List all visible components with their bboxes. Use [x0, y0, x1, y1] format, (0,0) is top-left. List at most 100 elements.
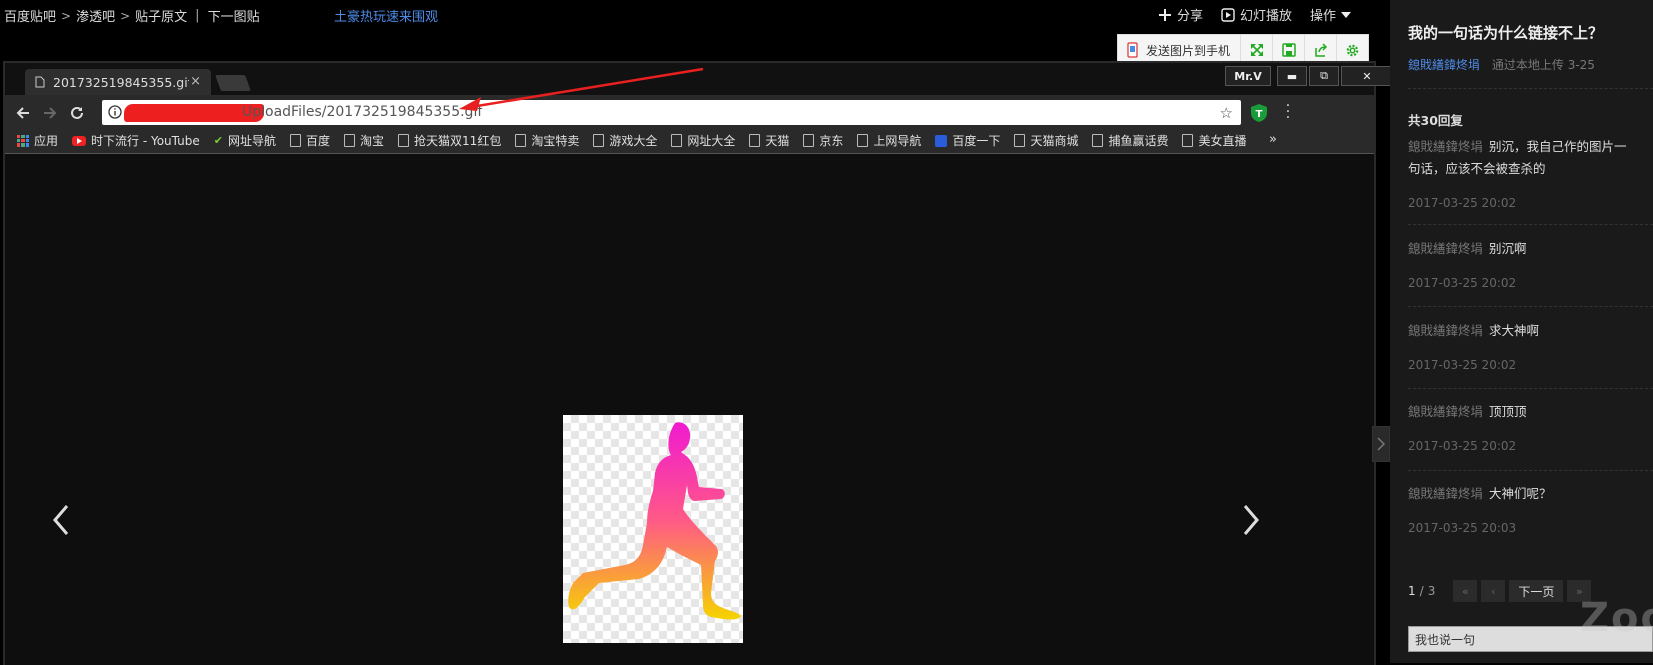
expand-icon [1250, 44, 1263, 56]
url-text: UploadFiles/201732519845355.gif [242, 104, 483, 120]
reply-user[interactable]: 鎴戝繕鍏炵埍 [1408, 241, 1483, 256]
page-icon [1092, 134, 1104, 147]
reply-time: 2017-03-25 20:02 [1408, 276, 1517, 290]
forward-icon[interactable] [40, 103, 60, 123]
first-page-button[interactable]: « [1453, 580, 1478, 602]
pagination: 1 / 3 « ‹ 下一页 » [1408, 580, 1592, 602]
reload-icon[interactable] [67, 103, 87, 123]
next-image-post-link[interactable]: 下一图贴 [208, 6, 260, 25]
plus-icon [1159, 8, 1171, 21]
panel-toggle[interactable] [1372, 426, 1390, 462]
reply-user[interactable]: 鎴戝繕鍏炵埍 [1408, 486, 1483, 501]
reply-count: 共30回复 [1408, 113, 1463, 128]
reply-user[interactable]: 鎴戝繕鍏炵埍 [1408, 139, 1483, 154]
tab-close-icon[interactable]: × [190, 74, 201, 89]
window-controls: ▬ ⧉ ✕ [1277, 66, 1393, 86]
bookmark-label: 京东 [819, 134, 844, 148]
current-page: 1 [1408, 584, 1416, 598]
phone-send-icon [1127, 42, 1138, 58]
running-man-silhouette [568, 422, 741, 620]
bookmark-item[interactable]: 百度 [290, 132, 330, 149]
reply-user[interactable]: 鎴戝繕鍏炵埍 [1408, 323, 1483, 338]
bookmark-item[interactable]: 应用 [17, 132, 58, 149]
divider [1408, 88, 1653, 89]
post-title[interactable]: 我的一句话为什么链接不上？ [1408, 22, 1603, 43]
bookmark-item[interactable]: 上网导航 [857, 132, 921, 149]
bookmark-item[interactable]: 百度一下 [935, 132, 1000, 149]
bookmark-label: 淘宝特卖 [531, 134, 580, 148]
bookmark-label: 上网导航 [873, 134, 922, 148]
breadcrumb-post[interactable]: 贴子原文 [135, 6, 187, 25]
floppy-icon [1281, 43, 1296, 57]
reply-item: 鎴戝繕鍏炵埍 别沉，我自己作的图片一句话，应该不会被查杀的 2017-03-25 … [1408, 136, 1638, 214]
bookmark-item[interactable]: ✔ 网址导航 [214, 132, 276, 149]
bookmark-label: 天猫商城 [1030, 134, 1079, 148]
reply-time: 2017-03-25 20:02 [1408, 196, 1517, 210]
operate-menu[interactable]: 操作 [1310, 5, 1352, 24]
bookmark-item[interactable]: 网址大全 [671, 132, 735, 149]
page-icon [290, 134, 302, 147]
profile-badge[interactable]: Mr.V [1225, 66, 1271, 86]
minimize-icon[interactable]: ▬ [1277, 66, 1307, 86]
reply-time: 2017-03-25 20:02 [1408, 439, 1517, 453]
extension-shield-icon[interactable]: T [1249, 103, 1269, 123]
breadcrumb-tieba[interactable]: 百度贴吧 [4, 6, 56, 25]
bookmark-label: 天猫 [765, 134, 790, 148]
document-icon [35, 76, 45, 88]
bookmark-label: 网址大全 [687, 134, 736, 148]
slideshow-button[interactable]: 幻灯播放 [1221, 5, 1292, 24]
divider: | [195, 8, 200, 23]
bookmark-item[interactable]: 淘宝特卖 [515, 132, 579, 149]
page-icon [398, 134, 410, 147]
bookmark-item[interactable]: 天猫商城 [1014, 132, 1078, 149]
bookmark-label: 时下流行 - YouTube [91, 134, 200, 148]
previous-arrow-icon[interactable] [51, 500, 71, 540]
top-actions: 分享 幻灯播放 操作 [1158, 5, 1352, 24]
more-bookmarks-icon[interactable]: » [1269, 132, 1277, 147]
browser-menu-icon[interactable]: · · · [1285, 99, 1291, 125]
breadcrumb-forum[interactable]: 渗透吧 [76, 6, 115, 25]
promo-link[interactable]: 土豪热玩速来围观 [334, 6, 438, 25]
next-arrow-icon[interactable] [1241, 500, 1261, 540]
bookmark-item[interactable]: 抢天猫双11红包 [398, 132, 501, 149]
bookmark-item[interactable]: 美女直播 [1182, 132, 1246, 149]
reply-text: 求大神啊 [1489, 323, 1540, 338]
bookmark-item[interactable]: 淘宝 [344, 132, 384, 149]
post-author[interactable]: 鎴戝繕鍏炵埍 [1408, 58, 1480, 72]
new-tab-button[interactable] [215, 75, 251, 91]
send-to-phone-label: 发送图片到手机 [1146, 43, 1231, 58]
prev-page-button[interactable]: ‹ [1481, 580, 1506, 602]
annotation-arrow [459, 67, 704, 111]
bookmark-item[interactable]: 天猫 [749, 132, 789, 149]
bookmark-item[interactable]: 捕鱼赢话费 [1092, 132, 1168, 149]
bookmark-label: 捕鱼赢话费 [1108, 134, 1169, 148]
info-icon [108, 105, 122, 119]
page-icon [1014, 134, 1026, 147]
bookmark-list: 应用 时下流行 - YouTube ✔ 网址导航 百度 淘宝 抢天猫双11红包 淘宝特卖 游戏大… [17, 132, 1246, 149]
restore-icon[interactable]: ⧉ [1309, 66, 1339, 86]
divider [1408, 224, 1653, 225]
page-icon [803, 134, 815, 147]
share-button[interactable]: 分享 [1158, 5, 1203, 24]
divider [1408, 306, 1653, 307]
comments-panel: 我的一句话为什么链接不上？ 鎴戝繕鍏炵埍 通过本地上传 3-25 共30回复 鎴… [1390, 0, 1653, 663]
next-page-button[interactable]: 下一页 [1509, 580, 1564, 602]
operate-label: 操作 [1310, 9, 1337, 24]
window-close-icon[interactable]: ✕ [1341, 66, 1393, 86]
caret-down-icon [1341, 11, 1352, 18]
back-icon[interactable] [13, 103, 33, 123]
reply-user[interactable]: 鎴戝繕鍏炵埍 [1408, 404, 1483, 419]
baidu-paw-icon [935, 134, 948, 147]
bookmark-label: 应用 [34, 134, 59, 148]
chevron-right-icon [1377, 437, 1386, 451]
bookmark-star-icon[interactable]: ☆ [1220, 104, 1233, 122]
tab-title: 201732519845355.gif ( [53, 74, 189, 90]
bookmark-item[interactable]: 京东 [803, 132, 843, 149]
bookmark-item[interactable]: 游戏大全 [593, 132, 657, 149]
browser-tab[interactable]: 201732519845355.gif ( × [25, 69, 211, 95]
play-icon [1221, 7, 1235, 22]
reply-item: 鎴戝繕鍏炵埍 求大神啊 2017-03-25 20:02 [1408, 320, 1638, 376]
bookmark-item[interactable]: 时下流行 - YouTube [72, 132, 200, 149]
reply-text: 别沉啊 [1489, 241, 1527, 256]
reply-text: 顶顶顶 [1489, 404, 1527, 419]
